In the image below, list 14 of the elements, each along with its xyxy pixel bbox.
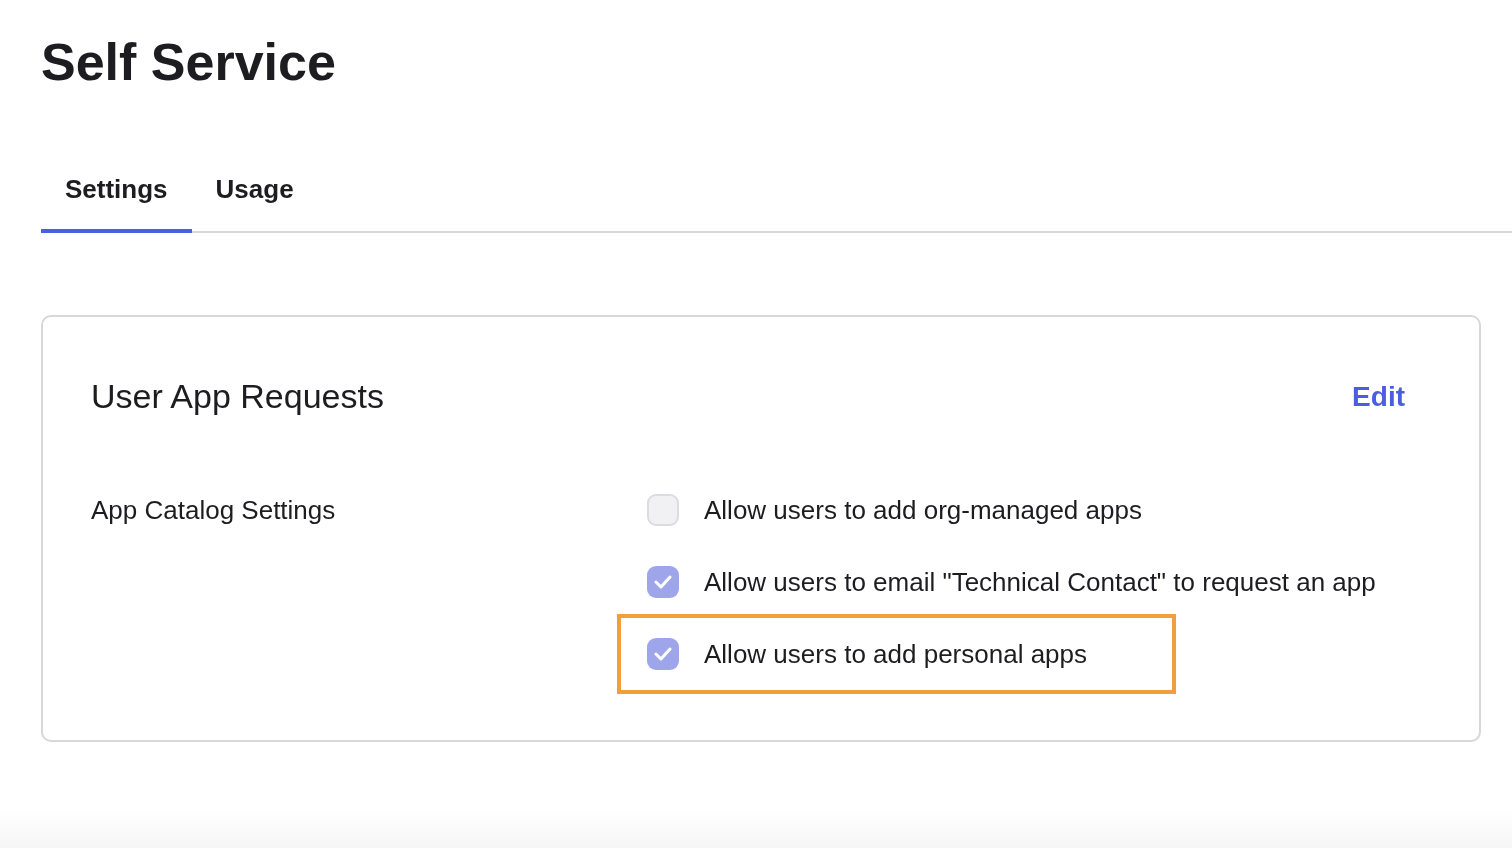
checkbox-label: Allow users to add personal apps [704, 638, 1087, 671]
tab[interactable]: Settings [41, 158, 192, 233]
checkbox[interactable] [647, 494, 679, 526]
checkbox-label: Allow users to add org-managed apps [704, 494, 1142, 527]
setting-label: App Catalog Settings [91, 494, 337, 527]
card-title: User App Requests [91, 377, 384, 416]
checkbox[interactable] [647, 638, 679, 670]
edit-link[interactable]: Edit [1352, 380, 1405, 413]
checkbox[interactable] [647, 566, 679, 598]
tab[interactable]: Usage [191, 158, 318, 233]
page-title: Self Service [41, 32, 337, 93]
checkmark-icon [654, 647, 672, 661]
checkbox-label: Allow users to email "Technical Contact" to request an app [704, 566, 1376, 599]
checkmark-icon [654, 575, 672, 589]
